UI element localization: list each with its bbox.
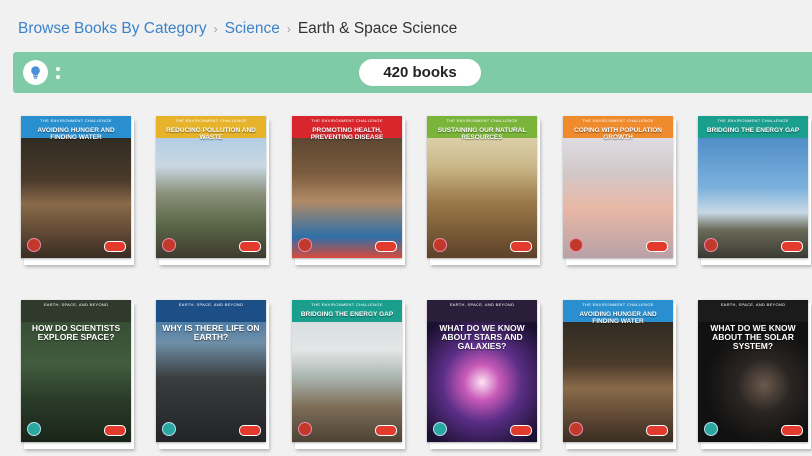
book-cover: The Environment Challenge Avoiding Hunger… — [563, 300, 673, 442]
book-series: Earth, Space, and Beyond — [178, 302, 244, 307]
series-seal-icon — [162, 422, 176, 436]
book-series: Earth, Space, and Beyond — [43, 302, 109, 307]
publisher-logo — [510, 425, 532, 436]
book-card[interactable]: The Environment Challenge Sustaining our … — [427, 116, 540, 265]
book-title: Bridging the Energy Gap — [300, 311, 394, 318]
book-card[interactable]: Earth, Space, and Beyond What do we know … — [698, 300, 811, 449]
book-card[interactable]: The Environment Challenge Avoiding Hunger… — [563, 300, 676, 449]
book-cover: The Environment Challenge Bridging the En… — [698, 116, 808, 258]
book-series: The Environment Challenge — [582, 302, 654, 307]
series-seal-icon — [298, 238, 312, 252]
book-title: Sustaining our Natural Resources — [437, 127, 527, 141]
book-series: The Environment Challenge — [311, 302, 383, 307]
book-title: Why is there Life on Earth? — [162, 323, 260, 342]
publisher-logo — [104, 425, 126, 436]
book-cover: Earth, Space, and Beyond What do we know … — [698, 300, 808, 442]
book-title: How do Scientists Explore Space? — [31, 323, 121, 342]
book-series: The Environment Challenge — [175, 118, 247, 123]
book-title: Reducing Pollution and Waste — [166, 127, 256, 141]
book-cover: Earth, Space, and Beyond What do we know … — [427, 300, 537, 442]
book-cover: The Environment Challenge Sustaining our … — [427, 116, 537, 258]
publisher-logo — [104, 241, 126, 252]
book-card[interactable]: The Environment Challenge Reducing Pollut… — [156, 116, 269, 265]
book-card[interactable]: The Environment Challenge Promoting Healt… — [292, 116, 405, 265]
book-title: Promoting Health, Preventing Disease — [310, 127, 384, 141]
publisher-logo — [646, 241, 668, 252]
book-cover: Earth, Space, and Beyond How do Scientist… — [21, 300, 131, 442]
book-series: Earth, Space, and Beyond — [720, 302, 786, 307]
series-seal-icon — [704, 238, 718, 252]
book-card[interactable]: Earth, Space, and Beyond How do Scientist… — [21, 300, 134, 449]
book-cover: The Environment Challenge Coping with Pop… — [563, 116, 673, 258]
publisher-logo — [781, 241, 803, 252]
publisher-logo — [375, 425, 397, 436]
book-card[interactable]: The Environment Challenge Bridging the En… — [292, 300, 405, 449]
book-title: Coping with Population Growth — [574, 127, 662, 141]
book-card[interactable]: The Environment Challenge Avoiding Hunger… — [21, 116, 134, 265]
publisher-logo — [510, 241, 532, 252]
book-title: Avoiding Hunger and Finding Water — [37, 127, 115, 141]
book-series: The Environment Challenge — [40, 118, 112, 123]
publisher-logo — [375, 241, 397, 252]
series-seal-icon — [569, 238, 583, 252]
publisher-logo — [239, 241, 261, 252]
book-series: The Environment Challenge — [311, 118, 383, 123]
book-title: What do we know about The Solar System? — [710, 323, 796, 351]
book-card[interactable]: The Environment Challenge Coping with Pop… — [563, 116, 676, 265]
book-cover: The Environment Challenge Reducing Pollut… — [156, 116, 266, 258]
book-series: The Environment Challenge — [717, 118, 789, 123]
series-seal-icon — [704, 422, 718, 436]
book-series: Earth, Space, and Beyond — [449, 302, 515, 307]
book-cover: The Environment Challenge Promoting Healt… — [292, 116, 402, 258]
publisher-logo — [239, 425, 261, 436]
book-series: The Environment Challenge — [446, 118, 518, 123]
publisher-logo — [781, 425, 803, 436]
book-card[interactable]: The Environment Challenge Bridging the En… — [698, 116, 811, 265]
book-cover: The Environment Challenge Avoiding Hunger… — [21, 116, 131, 258]
series-seal-icon — [433, 238, 447, 252]
series-seal-icon — [569, 422, 583, 436]
series-seal-icon — [298, 422, 312, 436]
book-series: The Environment Challenge — [582, 118, 654, 123]
book-cover: The Environment Challenge Bridging the En… — [292, 300, 402, 442]
book-title: Avoiding Hunger and Finding Water — [579, 311, 657, 325]
series-seal-icon — [162, 238, 176, 252]
series-seal-icon — [433, 422, 447, 436]
book-title: Bridging the Energy Gap — [706, 127, 800, 134]
book-card[interactable]: Earth, Space, and Beyond Why is there Lif… — [156, 300, 269, 449]
publisher-logo — [646, 425, 668, 436]
series-seal-icon — [27, 422, 41, 436]
series-seal-icon — [27, 238, 41, 252]
book-cover: Earth, Space, and Beyond Why is there Lif… — [156, 300, 266, 442]
book-card[interactable]: Earth, Space, and Beyond What do we know … — [427, 300, 540, 449]
book-title: What do we know about Stars and Galaxies… — [439, 323, 525, 351]
book-grid: The Environment Challenge Avoiding Hunger… — [0, 0, 812, 456]
